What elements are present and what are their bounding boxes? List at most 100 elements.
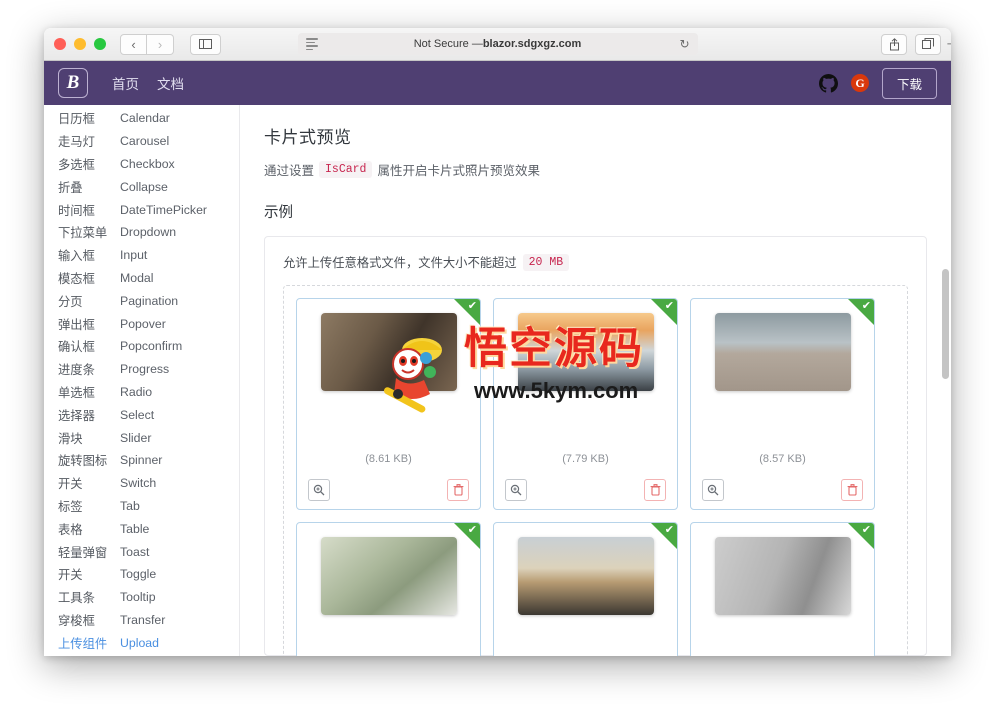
- upload-dropzone[interactable]: ✔ (8.61 KB) ✔ (7.79 KB) ✔ (8.57 KB) ✔ ✔ ✔: [283, 285, 908, 656]
- share-icon[interactable]: [881, 33, 907, 55]
- sidebar-item-label-en: Dropdown: [120, 225, 177, 240]
- trash-icon[interactable]: [644, 479, 666, 501]
- sidebar-item-label-en: Collapse: [120, 179, 168, 194]
- file-thumbnail[interactable]: [320, 537, 457, 615]
- upload-card[interactable]: ✔ (7.79 KB): [493, 298, 678, 510]
- sidebar-item-label-cn: 旋转图标: [58, 454, 108, 469]
- content-scrollbar[interactable]: [942, 269, 949, 379]
- sidebar-item-toast[interactable]: 轻量弹窗 Toast: [44, 540, 239, 563]
- download-button[interactable]: 下载: [881, 67, 937, 99]
- zoom-in-icon[interactable]: [308, 479, 330, 501]
- upload-limit-text: 允许上传任意格式文件，文件大小不能超过 20 MB: [283, 253, 908, 271]
- sidebar-item-label-cn: 选择器: [58, 408, 95, 423]
- sidebar-glyph: [199, 39, 212, 49]
- sidebar-item-label-en: Toggle: [120, 567, 157, 582]
- file-thumbnail[interactable]: [517, 313, 654, 391]
- file-thumbnail[interactable]: [517, 537, 654, 615]
- sidebar-item-popconfirm[interactable]: 确认框 Popconfirm: [44, 335, 239, 358]
- close-window-button[interactable]: [54, 38, 66, 50]
- url-security-label: Not Secure —: [413, 38, 483, 50]
- sidebar-item-input[interactable]: 输入框 Input: [44, 244, 239, 267]
- sidebar-item-toggle[interactable]: 开关 Toggle: [44, 563, 239, 586]
- tabs-glyph: [922, 38, 934, 49]
- example-section-title: 示例: [264, 205, 293, 221]
- upload-card[interactable]: ✔: [296, 522, 481, 656]
- sidebar-item-label-en: Table: [120, 521, 150, 536]
- sidebar-item-label-cn: 多选框: [58, 157, 95, 172]
- sidebar-item-transfer[interactable]: 穿梭框 Transfer: [44, 609, 239, 632]
- card-actions: [691, 479, 874, 501]
- new-tab-button[interactable]: +: [946, 34, 951, 55]
- upload-card[interactable]: ✔ (8.61 KB): [296, 298, 481, 510]
- reload-icon[interactable]: ↻: [679, 37, 689, 51]
- sidebar-item-table[interactable]: 表格 Table: [44, 517, 239, 540]
- check-icon: ✔: [664, 524, 674, 536]
- sidebar-item-calendar[interactable]: 日历框 Calendar: [44, 107, 239, 130]
- forward-button[interactable]: ›: [147, 33, 174, 55]
- header-actions: G 下载: [818, 67, 937, 99]
- gitee-icon[interactable]: G: [850, 74, 869, 92]
- sidebar-item-pagination[interactable]: 分页 Pagination: [44, 289, 239, 312]
- sidebar-item-progress[interactable]: 进度条 Progress: [44, 358, 239, 381]
- nav-docs[interactable]: 文档: [157, 73, 184, 93]
- card-actions: [297, 479, 480, 501]
- sidebar-toggle-icon[interactable]: [190, 33, 221, 55]
- sidebar-item-label-en: Progress: [120, 362, 170, 377]
- sidebar-item-upload[interactable]: 上传组件 Upload: [44, 631, 239, 654]
- nav-home[interactable]: 首页: [112, 73, 139, 93]
- sidebar-item-collapse[interactable]: 折叠 Collapse: [44, 175, 239, 198]
- sidebar-item-label-cn: 下拉菜单: [58, 226, 108, 241]
- sidebar-item-dropdown[interactable]: 下拉菜单 Dropdown: [44, 221, 239, 244]
- upload-card[interactable]: ✔ (8.57 KB): [690, 298, 875, 510]
- main-content: 卡片式预览 通过设置 IsCard 属性开启卡片式照片预览效果 示例 允许上传任…: [240, 105, 951, 656]
- sidebar-item-spinner[interactable]: 旋转图标 Spinner: [44, 449, 239, 472]
- iscard-code-badge: IsCard: [319, 161, 373, 178]
- sidebar-item-datetimepicker[interactable]: 时间框 DateTimePicker: [44, 198, 239, 221]
- check-icon: ✔: [861, 300, 871, 312]
- tab-overview-icon[interactable]: [915, 33, 941, 55]
- trash-icon[interactable]: [447, 479, 469, 501]
- file-thumbnail[interactable]: [714, 313, 851, 391]
- navigation-buttons: ‹ ›: [120, 33, 174, 55]
- sidebar-item-tooltip[interactable]: 工具条 Tooltip: [44, 586, 239, 609]
- sidebar-item-label-en: Toast: [120, 544, 150, 559]
- back-button[interactable]: ‹: [120, 33, 147, 55]
- sidebar-item-label-cn: 模态框: [58, 271, 95, 286]
- check-icon: ✔: [861, 524, 871, 536]
- sidebar-item-checkbox[interactable]: 多选框 Checkbox: [44, 153, 239, 176]
- zoom-in-icon[interactable]: [505, 479, 527, 501]
- sidebar-nav[interactable]: 日历框 Calendar 走马灯 Carousel 多选框 Checkbox 折叠 Colla…: [44, 105, 240, 656]
- github-icon[interactable]: [818, 73, 838, 93]
- upload-card[interactable]: ✔: [690, 522, 875, 656]
- sidebar-item-slider[interactable]: 滑块 Slider: [44, 426, 239, 449]
- card-actions: [494, 479, 677, 501]
- sidebar-item-switch[interactable]: 开关 Switch: [44, 472, 239, 495]
- sidebar-item-label-en: Tooltip: [120, 590, 156, 605]
- sidebar-item-label-cn: 分页: [58, 294, 83, 309]
- minimize-window-button[interactable]: [74, 38, 86, 50]
- sidebar-item-select[interactable]: 选择器 Select: [44, 403, 239, 426]
- check-icon: ✔: [664, 300, 674, 312]
- desc-text-before: 通过设置: [264, 164, 315, 178]
- sidebar-item-modal[interactable]: 模态框 Modal: [44, 267, 239, 290]
- upload-card[interactable]: ✔: [493, 522, 678, 656]
- sidebar-item-label-cn: 滑块: [58, 431, 83, 446]
- file-size-label: (8.57 KB): [759, 453, 806, 465]
- address-bar[interactable]: Not Secure — blazor.sdgxgz.com ↻: [297, 33, 698, 55]
- limit-label: 允许上传任意格式文件，文件大小不能超过: [283, 256, 517, 270]
- sidebar-item-tab[interactable]: 标签 Tab: [44, 495, 239, 518]
- maximize-window-button[interactable]: [94, 38, 106, 50]
- sidebar-item-label-cn: 工具条: [58, 591, 95, 606]
- file-thumbnail[interactable]: [320, 313, 457, 391]
- share-glyph: [889, 37, 899, 50]
- zoom-in-icon[interactable]: [702, 479, 724, 501]
- sidebar-item-label-cn: 上传组件: [58, 636, 108, 651]
- trash-icon[interactable]: [841, 479, 863, 501]
- reader-view-icon[interactable]: [305, 38, 318, 50]
- sidebar-item-label-cn: 确认框: [58, 340, 95, 355]
- sidebar-item-radio[interactable]: 单选框 Radio: [44, 381, 239, 404]
- blazor-logo[interactable]: B: [58, 68, 88, 98]
- sidebar-item-carousel[interactable]: 走马灯 Carousel: [44, 130, 239, 153]
- sidebar-item-popover[interactable]: 弹出框 Popover: [44, 312, 239, 335]
- file-thumbnail[interactable]: [714, 537, 851, 615]
